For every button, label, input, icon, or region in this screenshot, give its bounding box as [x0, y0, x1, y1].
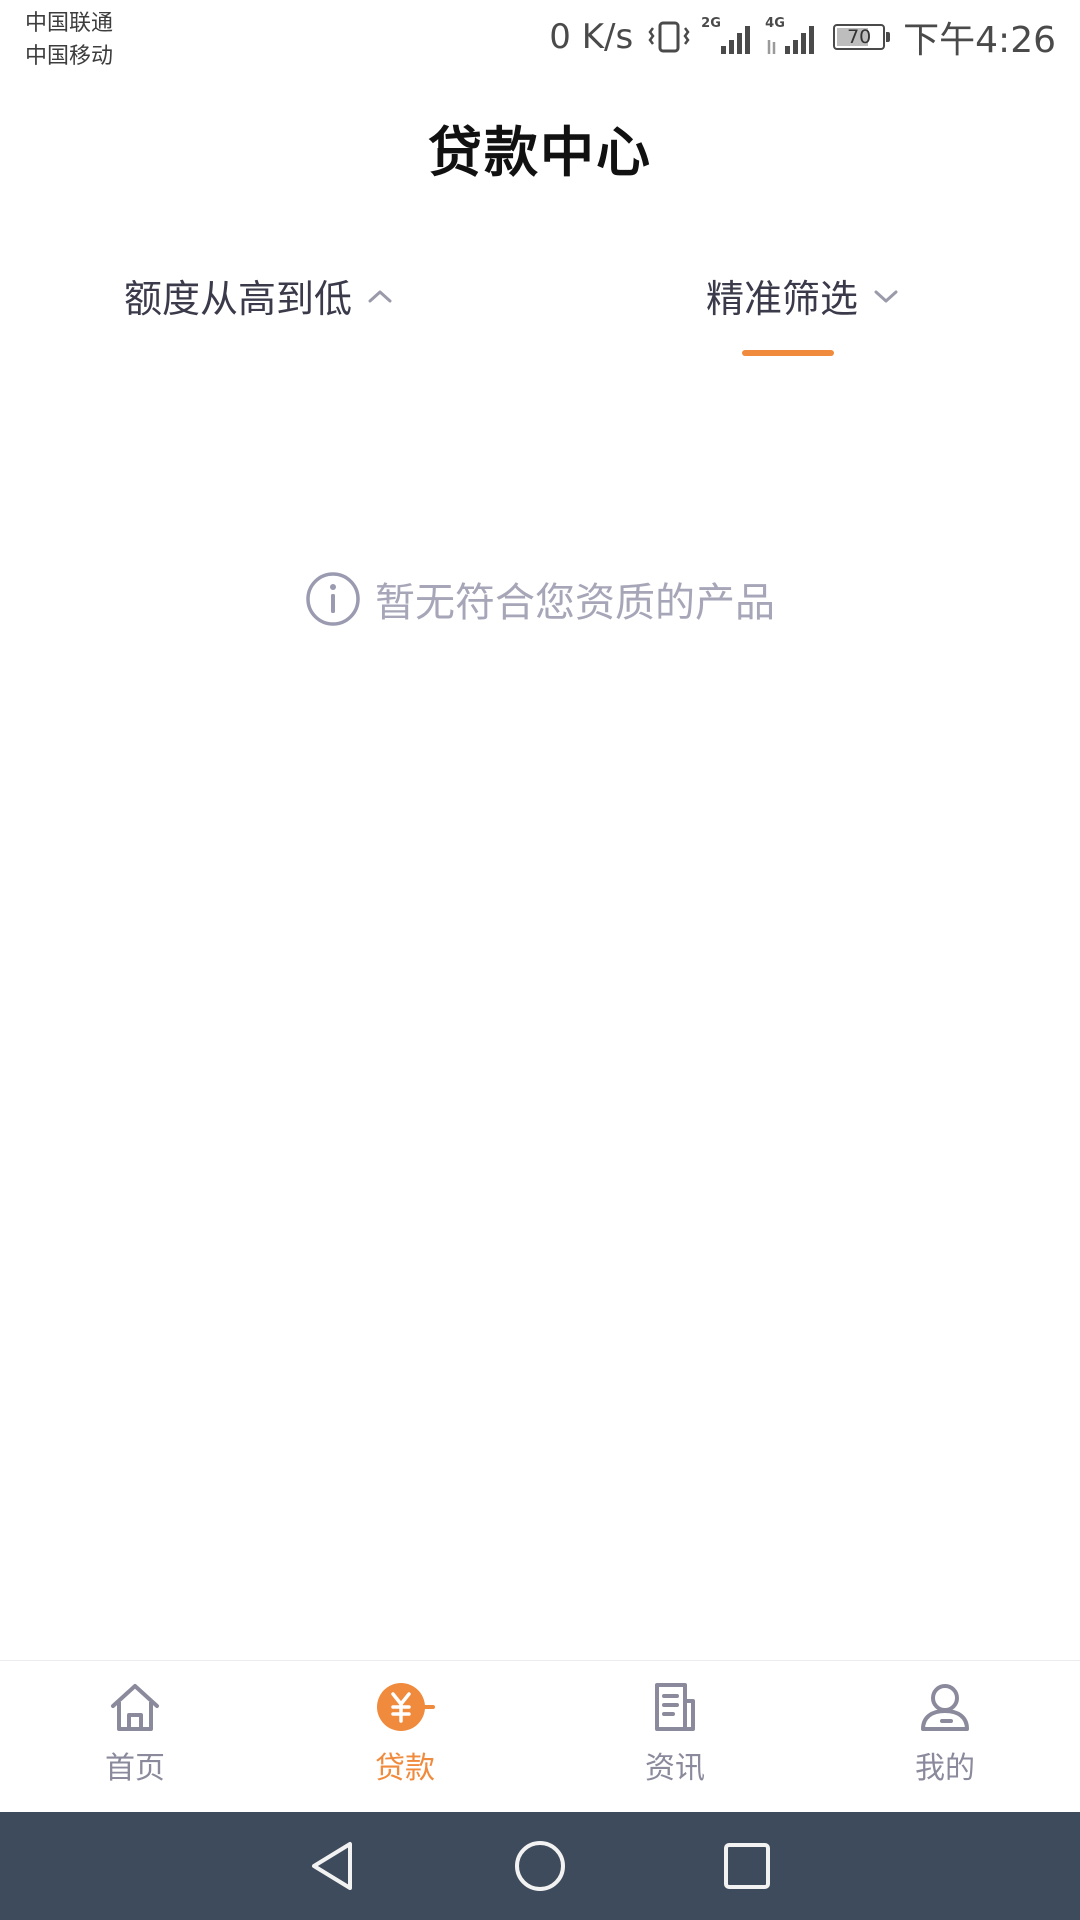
tab-loan[interactable]: 贷款 [270, 1661, 540, 1813]
net-speed: 0 K/s [549, 17, 634, 57]
back-triangle-icon [312, 1842, 352, 1890]
vibrate-icon [647, 18, 691, 56]
precise-filter-button[interactable]: 精准筛选 [706, 268, 900, 323]
signal-4g-label: 4G [765, 16, 785, 31]
tab-profile-label: 我的 [915, 1751, 975, 1786]
clock: 下午4:26 [903, 20, 1056, 61]
empty-state-message: 暂无符合您资质的产品 [375, 580, 775, 626]
recents-square-icon [724, 1843, 770, 1889]
battery-level: 70 [847, 26, 872, 48]
system-nav-bar [0, 1812, 1080, 1920]
chevron-up-icon [368, 290, 392, 302]
tab-bar: 首页 贷款 资讯 我的 [0, 1660, 1080, 1813]
carrier-2: 中国移动 [25, 44, 114, 69]
tab-loan-label: 贷款 [375, 1751, 435, 1786]
sort-by-amount-button[interactable]: 额度从高到低 [124, 268, 394, 323]
carrier-info: 中国联通 中国移动 [25, 7, 113, 73]
chevron-down-icon [874, 290, 898, 302]
news-icon [655, 1683, 695, 1731]
user-icon [921, 1684, 969, 1731]
signal-4g-icon: 4G [765, 16, 819, 56]
signal-2g-icon: 2G [701, 16, 755, 56]
recents-button[interactable] [722, 1841, 772, 1891]
battery-icon: 70 [833, 24, 891, 50]
screen: 中国联通 中国移动 0 K/s 2G 4G 70 下午4:26 贷款中心 额度从… [0, 0, 1080, 1920]
home-icon [111, 1684, 159, 1731]
tab-profile[interactable]: 我的 [810, 1661, 1080, 1813]
info-icon [306, 572, 360, 626]
empty-state: 暂无符合您资质的产品 [0, 570, 1080, 628]
precise-filter-label: 精准筛选 [706, 277, 859, 321]
filter-bar: 额度从高到低 精准筛选 [0, 268, 1080, 358]
tab-home-label: 首页 [105, 1751, 165, 1786]
back-button[interactable] [308, 1839, 358, 1893]
tab-home[interactable]: 首页 [0, 1661, 270, 1813]
status-indicators: 0 K/s 2G 4G 70 下午4:26 [549, 14, 1056, 61]
page-title: 贷款中心 [428, 121, 652, 184]
active-filter-indicator [742, 350, 834, 356]
tab-news-label: 资讯 [645, 1751, 705, 1786]
sort-label: 额度从高到低 [124, 277, 353, 321]
yen-icon [377, 1683, 435, 1731]
signal-2g-label: 2G [701, 16, 721, 31]
carrier-1: 中国联通 [25, 11, 114, 36]
tab-news[interactable]: 资讯 [540, 1661, 810, 1813]
home-circle-icon [515, 1841, 565, 1891]
home-nav-button[interactable] [513, 1839, 567, 1893]
status-bar: 中国联通 中国移动 0 K/s 2G 4G 70 下午4:26 [0, 0, 1080, 80]
